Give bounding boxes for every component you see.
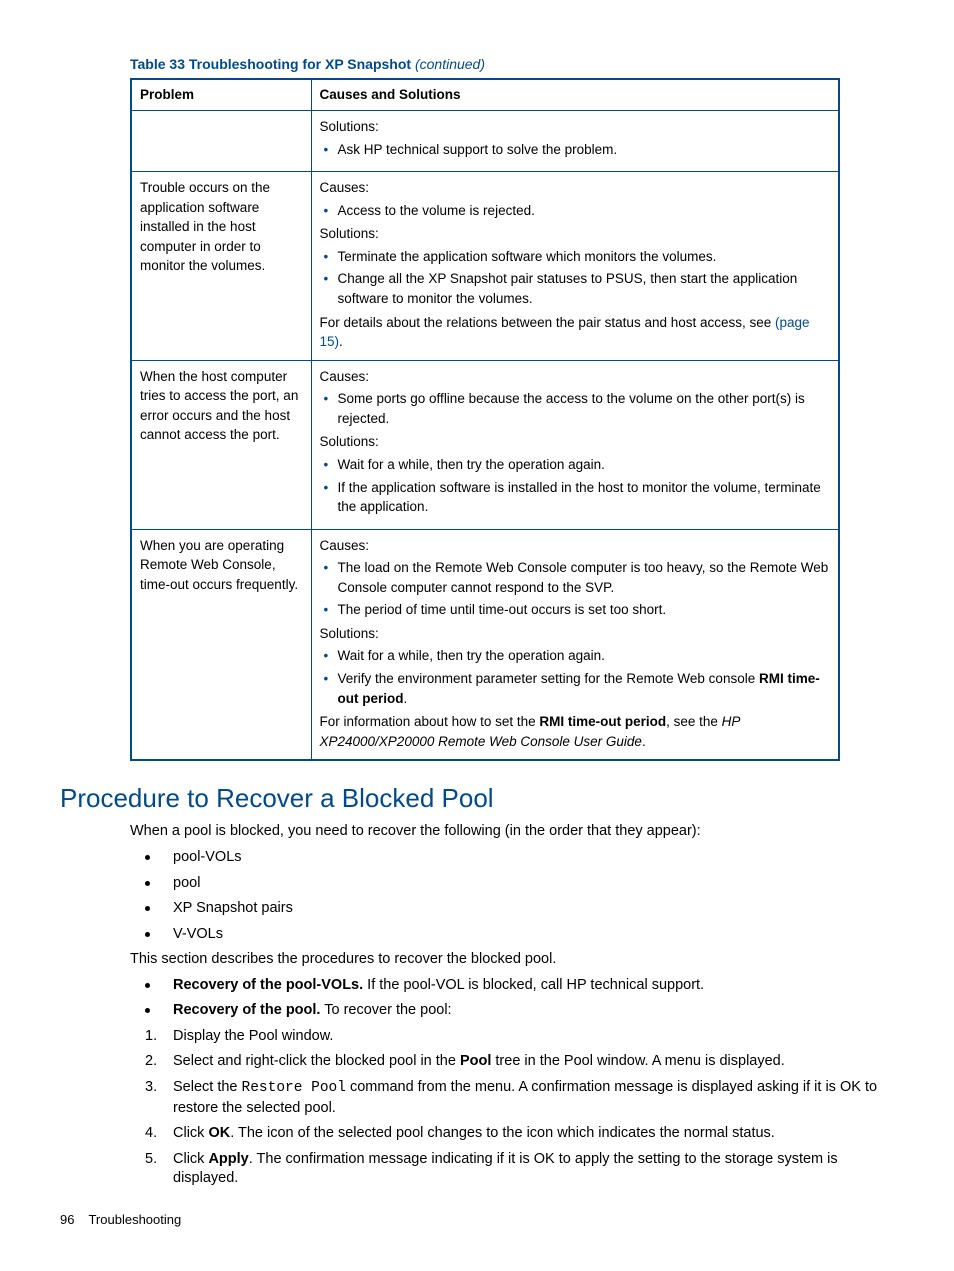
list-item: Change all the XP Snapshot pair statuses… <box>320 269 831 308</box>
list-item: Recovery of the pool. To recover the poo… <box>145 1001 894 1021</box>
recovery-list: Recovery of the pool-VOLs. If the pool-V… <box>145 976 894 1021</box>
troubleshooting-table: Problem Causes and Solutions Solutions: … <box>130 78 840 761</box>
page-footer: 96 Troubleshooting <box>60 1211 894 1229</box>
table-row: When you are operating Remote Web Consol… <box>131 529 839 760</box>
solutions-list: Wait for a while, then try the operation… <box>320 455 831 517</box>
bold-span: Pool <box>460 1053 491 1069</box>
causes-label: Causes: <box>320 178 831 198</box>
bold-span: OK <box>208 1125 230 1141</box>
text-span: For information about how to set the <box>320 714 540 729</box>
table-row: Trouble occurs on the application softwa… <box>131 172 839 361</box>
header-causes: Causes and Solutions <box>311 79 839 111</box>
text-span: To recover the pool: <box>320 1002 451 1018</box>
causes-list: Some ports go offline because the access… <box>320 389 831 428</box>
list-item: pool-VOLs <box>145 848 894 868</box>
note-pre: For details about the relations between … <box>320 315 776 330</box>
causes-list: The load on the Remote Web Console compu… <box>320 558 831 620</box>
bold-span: Apply <box>208 1151 248 1167</box>
causes-cell: Solutions: Ask HP technical support to s… <box>311 111 839 172</box>
list-item: Verify the environment parameter setting… <box>320 669 831 708</box>
list-item: Wait for a while, then try the operation… <box>320 455 831 475</box>
page-number: 96 <box>60 1212 74 1227</box>
step: Select and right-click the blocked pool … <box>145 1052 894 1072</box>
list-item: Wait for a while, then try the operation… <box>320 646 831 666</box>
text-span: Click <box>173 1151 208 1167</box>
note-text: For information about how to set the RMI… <box>320 712 831 751</box>
procedure-steps: Display the Pool window. Select and righ… <box>145 1027 894 1189</box>
list-item: Ask HP technical support to solve the pr… <box>320 140 831 160</box>
causes-list: Access to the volume is rejected. <box>320 201 831 221</box>
header-problem: Problem <box>131 79 311 111</box>
bold-span: RMI time-out period <box>539 714 666 729</box>
bold-span: Recovery of the pool. <box>173 1002 320 1018</box>
table-caption: Table 33 Troubleshooting for XP Snapshot… <box>130 55 894 74</box>
section-desc: This section describes the procedures to… <box>130 950 894 970</box>
text-span: . The icon of the selected pool changes … <box>230 1125 775 1141</box>
text-span: Select the <box>173 1079 242 1095</box>
problem-cell: When you are operating Remote Web Consol… <box>131 529 311 760</box>
list-item: The period of time until time-out occurs… <box>320 600 831 620</box>
text-span: . The confirmation message indicating if… <box>173 1151 838 1187</box>
text-span: , see the <box>666 714 722 729</box>
text-span: Verify the environment parameter setting… <box>338 671 759 686</box>
text-span: Select and right-click the blocked pool … <box>173 1053 460 1069</box>
text-span: . <box>404 691 408 706</box>
table-row: Solutions: Ask HP technical support to s… <box>131 111 839 172</box>
list-item: V-VOLs <box>145 925 894 945</box>
list-item: XP Snapshot pairs <box>145 899 894 919</box>
section-intro: When a pool is blocked, you need to reco… <box>130 822 894 842</box>
list-item: Access to the volume is rejected. <box>320 201 831 221</box>
solutions-label: Solutions: <box>320 432 831 452</box>
text-span: tree in the Pool window. A menu is displ… <box>491 1053 784 1069</box>
causes-cell: Causes: Access to the volume is rejected… <box>311 172 839 361</box>
step: Click OK. The icon of the selected pool … <box>145 1124 894 1144</box>
text-span: Click <box>173 1125 208 1141</box>
list-item: pool <box>145 874 894 894</box>
caption-text: Table 33 Troubleshooting for XP Snapshot <box>130 56 415 72</box>
causes-label: Causes: <box>320 367 831 387</box>
note-post: . <box>339 334 343 349</box>
section-heading: Procedure to Recover a Blocked Pool <box>60 781 894 816</box>
solutions-label: Solutions: <box>320 224 831 244</box>
causes-label: Causes: <box>320 536 831 556</box>
causes-cell: Causes: Some ports go offline because th… <box>311 360 839 529</box>
list-item: Some ports go offline because the access… <box>320 389 831 428</box>
list-item: Recovery of the pool-VOLs. If the pool-V… <box>145 976 894 996</box>
step: Display the Pool window. <box>145 1027 894 1047</box>
problem-cell <box>131 111 311 172</box>
table-row: When the host computer tries to access t… <box>131 360 839 529</box>
causes-cell: Causes: The load on the Remote Web Conso… <box>311 529 839 760</box>
list-item: Terminate the application software which… <box>320 247 831 267</box>
text-span: If the pool-VOL is blocked, call HP tech… <box>363 977 704 993</box>
step: Select the Restore Pool command from the… <box>145 1078 894 1118</box>
solutions-list: Wait for a while, then try the operation… <box>320 646 831 708</box>
step: Click Apply. The confirmation message in… <box>145 1150 894 1189</box>
problem-cell: Trouble occurs on the application softwa… <box>131 172 311 361</box>
solutions-list: Terminate the application software which… <box>320 247 831 309</box>
mono-span: Restore Pool <box>242 1080 346 1096</box>
bold-span: Recovery of the pool-VOLs. <box>173 977 363 993</box>
recovery-order-list: pool-VOLs pool XP Snapshot pairs V-VOLs <box>145 848 894 944</box>
list-item: The load on the Remote Web Console compu… <box>320 558 831 597</box>
solutions-label: Solutions: <box>320 624 831 644</box>
chapter-name: Troubleshooting <box>88 1212 181 1227</box>
solutions-label: Solutions: <box>320 117 831 137</box>
note-text: For details about the relations between … <box>320 313 831 352</box>
problem-cell: When the host computer tries to access t… <box>131 360 311 529</box>
solutions-list: Ask HP technical support to solve the pr… <box>320 140 831 160</box>
list-item: If the application software is installed… <box>320 478 831 517</box>
text-span: . <box>642 734 646 749</box>
caption-continued: (continued) <box>415 56 485 72</box>
